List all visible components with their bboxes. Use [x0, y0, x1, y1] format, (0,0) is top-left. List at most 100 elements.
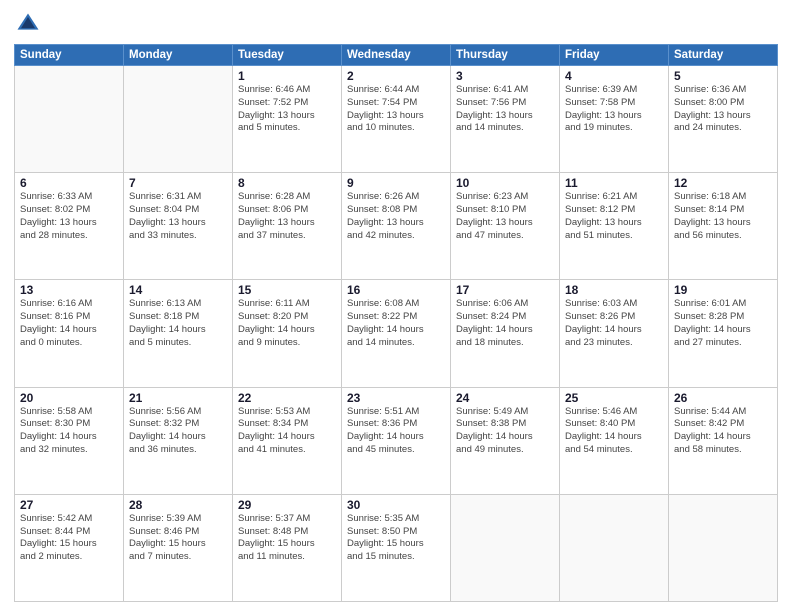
calendar-cell: 30Sunrise: 5:35 AM Sunset: 8:50 PM Dayli…: [342, 494, 451, 601]
day-number: 11: [565, 176, 663, 190]
calendar-weekday-header: Saturday: [669, 45, 778, 66]
calendar-header-row: SundayMondayTuesdayWednesdayThursdayFrid…: [15, 45, 778, 66]
day-info: Sunrise: 6:36 AM Sunset: 8:00 PM Dayligh…: [674, 84, 772, 135]
calendar-cell: 12Sunrise: 6:18 AM Sunset: 8:14 PM Dayli…: [669, 173, 778, 280]
calendar-cell: 24Sunrise: 5:49 AM Sunset: 8:38 PM Dayli…: [451, 387, 560, 494]
calendar: SundayMondayTuesdayWednesdayThursdayFrid…: [14, 44, 778, 602]
day-info: Sunrise: 5:44 AM Sunset: 8:42 PM Dayligh…: [674, 406, 772, 457]
calendar-cell: 14Sunrise: 6:13 AM Sunset: 8:18 PM Dayli…: [124, 280, 233, 387]
day-info: Sunrise: 6:23 AM Sunset: 8:10 PM Dayligh…: [456, 191, 554, 242]
day-info: Sunrise: 6:41 AM Sunset: 7:56 PM Dayligh…: [456, 84, 554, 135]
calendar-cell: 2Sunrise: 6:44 AM Sunset: 7:54 PM Daylig…: [342, 66, 451, 173]
calendar-cell: 25Sunrise: 5:46 AM Sunset: 8:40 PM Dayli…: [560, 387, 669, 494]
day-number: 10: [456, 176, 554, 190]
day-info: Sunrise: 6:21 AM Sunset: 8:12 PM Dayligh…: [565, 191, 663, 242]
day-info: Sunrise: 6:08 AM Sunset: 8:22 PM Dayligh…: [347, 298, 445, 349]
day-info: Sunrise: 6:26 AM Sunset: 8:08 PM Dayligh…: [347, 191, 445, 242]
logo: [14, 10, 46, 38]
calendar-cell: 20Sunrise: 5:58 AM Sunset: 8:30 PM Dayli…: [15, 387, 124, 494]
day-number: 9: [347, 176, 445, 190]
page: SundayMondayTuesdayWednesdayThursdayFrid…: [0, 0, 792, 612]
day-info: Sunrise: 6:44 AM Sunset: 7:54 PM Dayligh…: [347, 84, 445, 135]
day-number: 25: [565, 391, 663, 405]
day-info: Sunrise: 6:06 AM Sunset: 8:24 PM Dayligh…: [456, 298, 554, 349]
calendar-cell: 26Sunrise: 5:44 AM Sunset: 8:42 PM Dayli…: [669, 387, 778, 494]
day-info: Sunrise: 5:53 AM Sunset: 8:34 PM Dayligh…: [238, 406, 336, 457]
day-number: 23: [347, 391, 445, 405]
calendar-cell: 29Sunrise: 5:37 AM Sunset: 8:48 PM Dayli…: [233, 494, 342, 601]
day-info: Sunrise: 6:39 AM Sunset: 7:58 PM Dayligh…: [565, 84, 663, 135]
day-info: Sunrise: 5:37 AM Sunset: 8:48 PM Dayligh…: [238, 513, 336, 564]
day-number: 29: [238, 498, 336, 512]
calendar-cell: 13Sunrise: 6:16 AM Sunset: 8:16 PM Dayli…: [15, 280, 124, 387]
day-number: 24: [456, 391, 554, 405]
calendar-cell: 23Sunrise: 5:51 AM Sunset: 8:36 PM Dayli…: [342, 387, 451, 494]
calendar-cell: 7Sunrise: 6:31 AM Sunset: 8:04 PM Daylig…: [124, 173, 233, 280]
calendar-cell: 11Sunrise: 6:21 AM Sunset: 8:12 PM Dayli…: [560, 173, 669, 280]
day-number: 15: [238, 283, 336, 297]
calendar-cell: 27Sunrise: 5:42 AM Sunset: 8:44 PM Dayli…: [15, 494, 124, 601]
day-info: Sunrise: 5:39 AM Sunset: 8:46 PM Dayligh…: [129, 513, 227, 564]
header: [14, 10, 778, 38]
logo-icon: [14, 10, 42, 38]
day-number: 30: [347, 498, 445, 512]
calendar-weekday-header: Monday: [124, 45, 233, 66]
day-info: Sunrise: 6:01 AM Sunset: 8:28 PM Dayligh…: [674, 298, 772, 349]
day-number: 13: [20, 283, 118, 297]
day-info: Sunrise: 5:35 AM Sunset: 8:50 PM Dayligh…: [347, 513, 445, 564]
calendar-cell: 18Sunrise: 6:03 AM Sunset: 8:26 PM Dayli…: [560, 280, 669, 387]
day-number: 22: [238, 391, 336, 405]
day-info: Sunrise: 5:56 AM Sunset: 8:32 PM Dayligh…: [129, 406, 227, 457]
calendar-week-row: 13Sunrise: 6:16 AM Sunset: 8:16 PM Dayli…: [15, 280, 778, 387]
calendar-week-row: 6Sunrise: 6:33 AM Sunset: 8:02 PM Daylig…: [15, 173, 778, 280]
day-info: Sunrise: 6:13 AM Sunset: 8:18 PM Dayligh…: [129, 298, 227, 349]
day-number: 17: [456, 283, 554, 297]
day-info: Sunrise: 5:51 AM Sunset: 8:36 PM Dayligh…: [347, 406, 445, 457]
calendar-cell: 4Sunrise: 6:39 AM Sunset: 7:58 PM Daylig…: [560, 66, 669, 173]
day-number: 20: [20, 391, 118, 405]
day-number: 6: [20, 176, 118, 190]
day-info: Sunrise: 6:33 AM Sunset: 8:02 PM Dayligh…: [20, 191, 118, 242]
day-info: Sunrise: 5:42 AM Sunset: 8:44 PM Dayligh…: [20, 513, 118, 564]
day-number: 16: [347, 283, 445, 297]
day-number: 2: [347, 69, 445, 83]
calendar-cell: 1Sunrise: 6:46 AM Sunset: 7:52 PM Daylig…: [233, 66, 342, 173]
calendar-cell: 9Sunrise: 6:26 AM Sunset: 8:08 PM Daylig…: [342, 173, 451, 280]
day-number: 28: [129, 498, 227, 512]
calendar-cell: 6Sunrise: 6:33 AM Sunset: 8:02 PM Daylig…: [15, 173, 124, 280]
calendar-weekday-header: Friday: [560, 45, 669, 66]
calendar-week-row: 27Sunrise: 5:42 AM Sunset: 8:44 PM Dayli…: [15, 494, 778, 601]
day-number: 3: [456, 69, 554, 83]
calendar-cell: 15Sunrise: 6:11 AM Sunset: 8:20 PM Dayli…: [233, 280, 342, 387]
day-number: 21: [129, 391, 227, 405]
calendar-cell: [451, 494, 560, 601]
day-number: 19: [674, 283, 772, 297]
day-info: Sunrise: 6:16 AM Sunset: 8:16 PM Dayligh…: [20, 298, 118, 349]
calendar-cell: 21Sunrise: 5:56 AM Sunset: 8:32 PM Dayli…: [124, 387, 233, 494]
calendar-weekday-header: Wednesday: [342, 45, 451, 66]
calendar-cell: [669, 494, 778, 601]
day-number: 4: [565, 69, 663, 83]
calendar-cell: 3Sunrise: 6:41 AM Sunset: 7:56 PM Daylig…: [451, 66, 560, 173]
day-number: 7: [129, 176, 227, 190]
day-info: Sunrise: 5:46 AM Sunset: 8:40 PM Dayligh…: [565, 406, 663, 457]
day-number: 14: [129, 283, 227, 297]
day-info: Sunrise: 6:18 AM Sunset: 8:14 PM Dayligh…: [674, 191, 772, 242]
day-number: 8: [238, 176, 336, 190]
calendar-cell: 10Sunrise: 6:23 AM Sunset: 8:10 PM Dayli…: [451, 173, 560, 280]
day-info: Sunrise: 6:03 AM Sunset: 8:26 PM Dayligh…: [565, 298, 663, 349]
calendar-week-row: 20Sunrise: 5:58 AM Sunset: 8:30 PM Dayli…: [15, 387, 778, 494]
calendar-cell: 19Sunrise: 6:01 AM Sunset: 8:28 PM Dayli…: [669, 280, 778, 387]
day-info: Sunrise: 6:46 AM Sunset: 7:52 PM Dayligh…: [238, 84, 336, 135]
day-info: Sunrise: 5:49 AM Sunset: 8:38 PM Dayligh…: [456, 406, 554, 457]
calendar-weekday-header: Tuesday: [233, 45, 342, 66]
calendar-cell: [15, 66, 124, 173]
day-info: Sunrise: 6:31 AM Sunset: 8:04 PM Dayligh…: [129, 191, 227, 242]
calendar-cell: 16Sunrise: 6:08 AM Sunset: 8:22 PM Dayli…: [342, 280, 451, 387]
calendar-weekday-header: Sunday: [15, 45, 124, 66]
calendar-weekday-header: Thursday: [451, 45, 560, 66]
calendar-cell: [124, 66, 233, 173]
day-info: Sunrise: 5:58 AM Sunset: 8:30 PM Dayligh…: [20, 406, 118, 457]
day-number: 26: [674, 391, 772, 405]
calendar-cell: 17Sunrise: 6:06 AM Sunset: 8:24 PM Dayli…: [451, 280, 560, 387]
